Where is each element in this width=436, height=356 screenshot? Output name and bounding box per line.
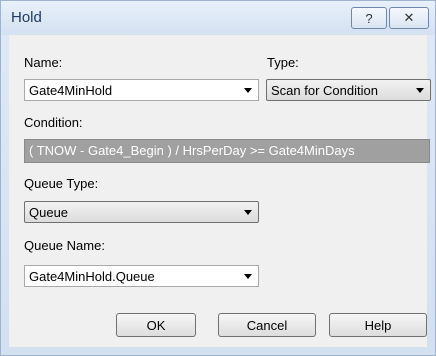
condition-label: Condition:	[24, 115, 83, 130]
ok-label: OK	[146, 317, 166, 333]
chevron-down-icon[interactable]	[244, 274, 252, 279]
cancel-label: Cancel	[246, 317, 288, 333]
queue-type-value: Queue	[29, 205, 69, 220]
dialog-title: Hold	[11, 9, 42, 26]
type-select[interactable]: Scan for Condition	[266, 79, 431, 101]
help-label: Help	[364, 317, 392, 333]
type-value: Scan for Condition	[271, 83, 378, 98]
question-mark-icon: ?	[365, 10, 373, 26]
queue-name-combo[interactable]: Gate4MinHold.Queue	[24, 265, 259, 287]
queue-type-select[interactable]: Queue	[24, 201, 259, 223]
name-value: Gate4MinHold	[29, 83, 113, 98]
condition-field[interactable]: ( TNOW - Gate4_Begin ) / HrsPerDay >= Ga…	[24, 139, 430, 163]
type-label: Type:	[267, 55, 299, 70]
queue-name-label: Queue Name:	[24, 238, 105, 253]
close-icon: ✕	[403, 10, 415, 25]
queue-type-label: Queue Type:	[24, 176, 99, 191]
name-label: Name:	[24, 55, 63, 70]
help-button[interactable]: Help	[329, 313, 427, 337]
chevron-down-icon[interactable]	[244, 210, 252, 215]
name-combo[interactable]: Gate4MinHold	[24, 79, 259, 101]
chevron-down-icon[interactable]	[244, 88, 252, 93]
queue-name-value: Gate4MinHold.Queue	[29, 269, 155, 284]
condition-value: ( TNOW - Gate4_Begin ) / HrsPerDay >= Ga…	[29, 143, 355, 158]
close-button[interactable]: ✕	[389, 7, 429, 29]
ok-button[interactable]: OK	[116, 313, 196, 337]
cancel-button[interactable]: Cancel	[218, 313, 316, 337]
context-help-button[interactable]: ?	[351, 7, 387, 29]
chevron-down-icon[interactable]	[416, 88, 424, 93]
title-bar[interactable]: Hold ? ✕	[1, 1, 435, 35]
